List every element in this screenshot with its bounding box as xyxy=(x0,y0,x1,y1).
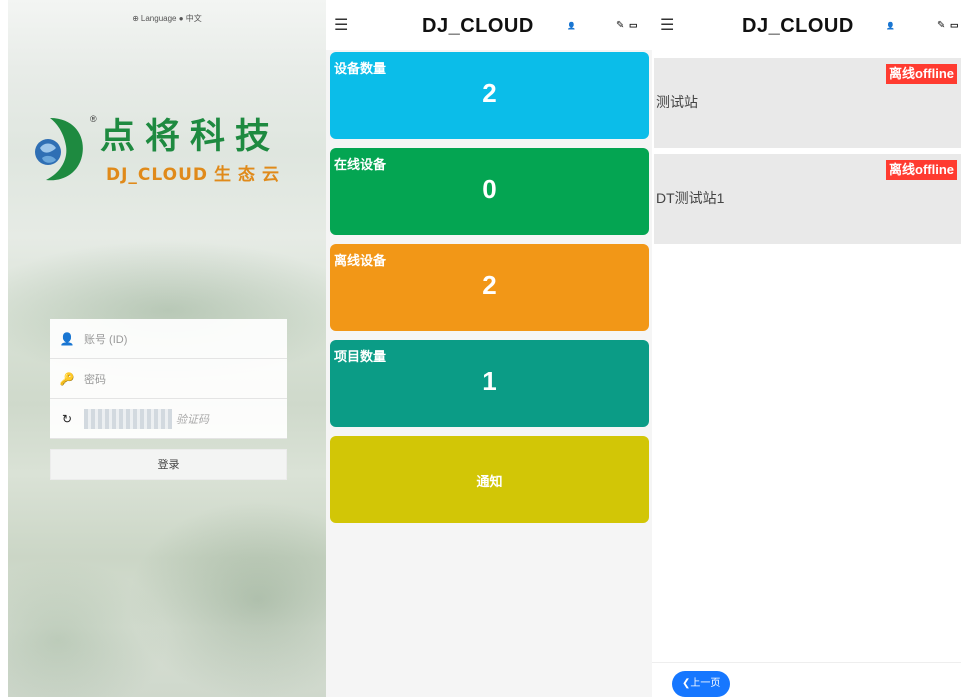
account-field[interactable]: 👤 账号 (ID) xyxy=(50,319,287,359)
device-item[interactable]: 离线offline 测试站 xyxy=(654,58,961,148)
status-badge: 离线offline xyxy=(886,160,957,180)
hamburger-icon[interactable]: ☰ xyxy=(660,18,674,34)
device-name: 测试站 xyxy=(656,94,698,110)
captcha-image[interactable] xyxy=(84,408,172,429)
user-icon: 👤 xyxy=(59,331,75,346)
card-value: 2 xyxy=(482,270,497,300)
login-form: 👤 账号 (ID) 🔑 密码 ↻ 验证码 登录 xyxy=(50,319,287,480)
company-logo-icon xyxy=(35,118,83,181)
user-icon[interactable]: 👤 xyxy=(886,22,895,30)
login-panel: ⊕ Language ● 中文 ® 点将科技 DJ_CLOUD 生态云 👤 账号 (… xyxy=(8,0,326,697)
language-icon[interactable]: ▭ xyxy=(950,20,959,31)
logo-brand: DJ_CLOUD xyxy=(106,165,209,185)
pagination-footer: ❮上一页 xyxy=(652,662,961,697)
card-label: 设备数量 xyxy=(334,61,387,76)
card-label: 在线设备 xyxy=(334,157,387,172)
globe-icon: ⊕ xyxy=(132,14,139,23)
brand-title: DJ_CLOUD xyxy=(742,15,854,37)
registered-mark-icon: ® xyxy=(90,114,97,124)
card-label: 项目数量 xyxy=(334,349,387,364)
language-value: 中文 xyxy=(185,14,202,23)
card-offline-devices[interactable]: 离线设备 2 xyxy=(330,244,649,331)
edit-icon[interactable]: ✎ xyxy=(937,20,945,31)
device-item[interactable]: 离线offline DT测试站1 xyxy=(654,154,961,244)
hamburger-icon[interactable]: ☰ xyxy=(334,18,348,34)
prev-page-button[interactable]: ❮上一页 xyxy=(672,671,731,697)
captcha-placeholder: 验证码 xyxy=(176,413,209,426)
dashboard-panel: ☰ DJ_CLOUD 👤 ✎ ▭ 设备数量 2 在线设备 0 离线设备 2 项目… xyxy=(326,0,652,697)
dashboard-header: ☰ DJ_CLOUD 👤 ✎ ▭ xyxy=(326,0,652,50)
card-value: 1 xyxy=(482,366,497,396)
logo-suffix: 生态云 xyxy=(214,165,287,185)
card-label: 离线设备 xyxy=(334,253,387,268)
card-value: 2 xyxy=(482,78,497,108)
edit-icon[interactable]: ✎ xyxy=(616,20,624,31)
device-list-header: ☰ DJ_CLOUD 👤 ✎ ▭ xyxy=(652,0,961,50)
card-device-count[interactable]: 设备数量 2 xyxy=(330,52,649,139)
user-icon[interactable]: 👤 xyxy=(567,22,576,30)
brand-title: DJ_CLOUD xyxy=(422,15,534,37)
login-button[interactable]: 登录 xyxy=(50,449,287,480)
language-icon[interactable]: ▭ xyxy=(629,20,638,31)
captcha-field[interactable]: ↻ 验证码 xyxy=(50,399,287,439)
refresh-icon[interactable]: ↻ xyxy=(50,412,84,426)
card-label: 通知 xyxy=(476,474,503,489)
card-value: 0 xyxy=(482,174,497,204)
card-online-devices[interactable]: 在线设备 0 xyxy=(330,148,649,235)
account-placeholder: 账号 (ID) xyxy=(84,333,128,346)
device-name: DT测试站1 xyxy=(656,190,725,206)
status-badge: 离线offline xyxy=(886,64,957,84)
device-list-panel: ☰ DJ_CLOUD 👤 ✎ ▭ 离线offline 测试站 离线offline… xyxy=(652,0,961,697)
password-placeholder: 密码 xyxy=(84,373,106,386)
prev-page-label: 上一页 xyxy=(690,678,721,689)
key-icon: 🔑 xyxy=(59,371,75,386)
logo-chinese-text: 点将科技 xyxy=(100,117,281,157)
language-label: Language xyxy=(140,14,177,23)
language-switcher[interactable]: ⊕ Language ● 中文 xyxy=(8,13,326,24)
password-field[interactable]: 🔑 密码 xyxy=(50,359,287,399)
logo-english-text: DJ_CLOUD 生态云 xyxy=(106,160,286,185)
card-project-count[interactable]: 项目数量 1 xyxy=(330,340,649,427)
card-notifications[interactable]: 通知 xyxy=(330,436,649,523)
